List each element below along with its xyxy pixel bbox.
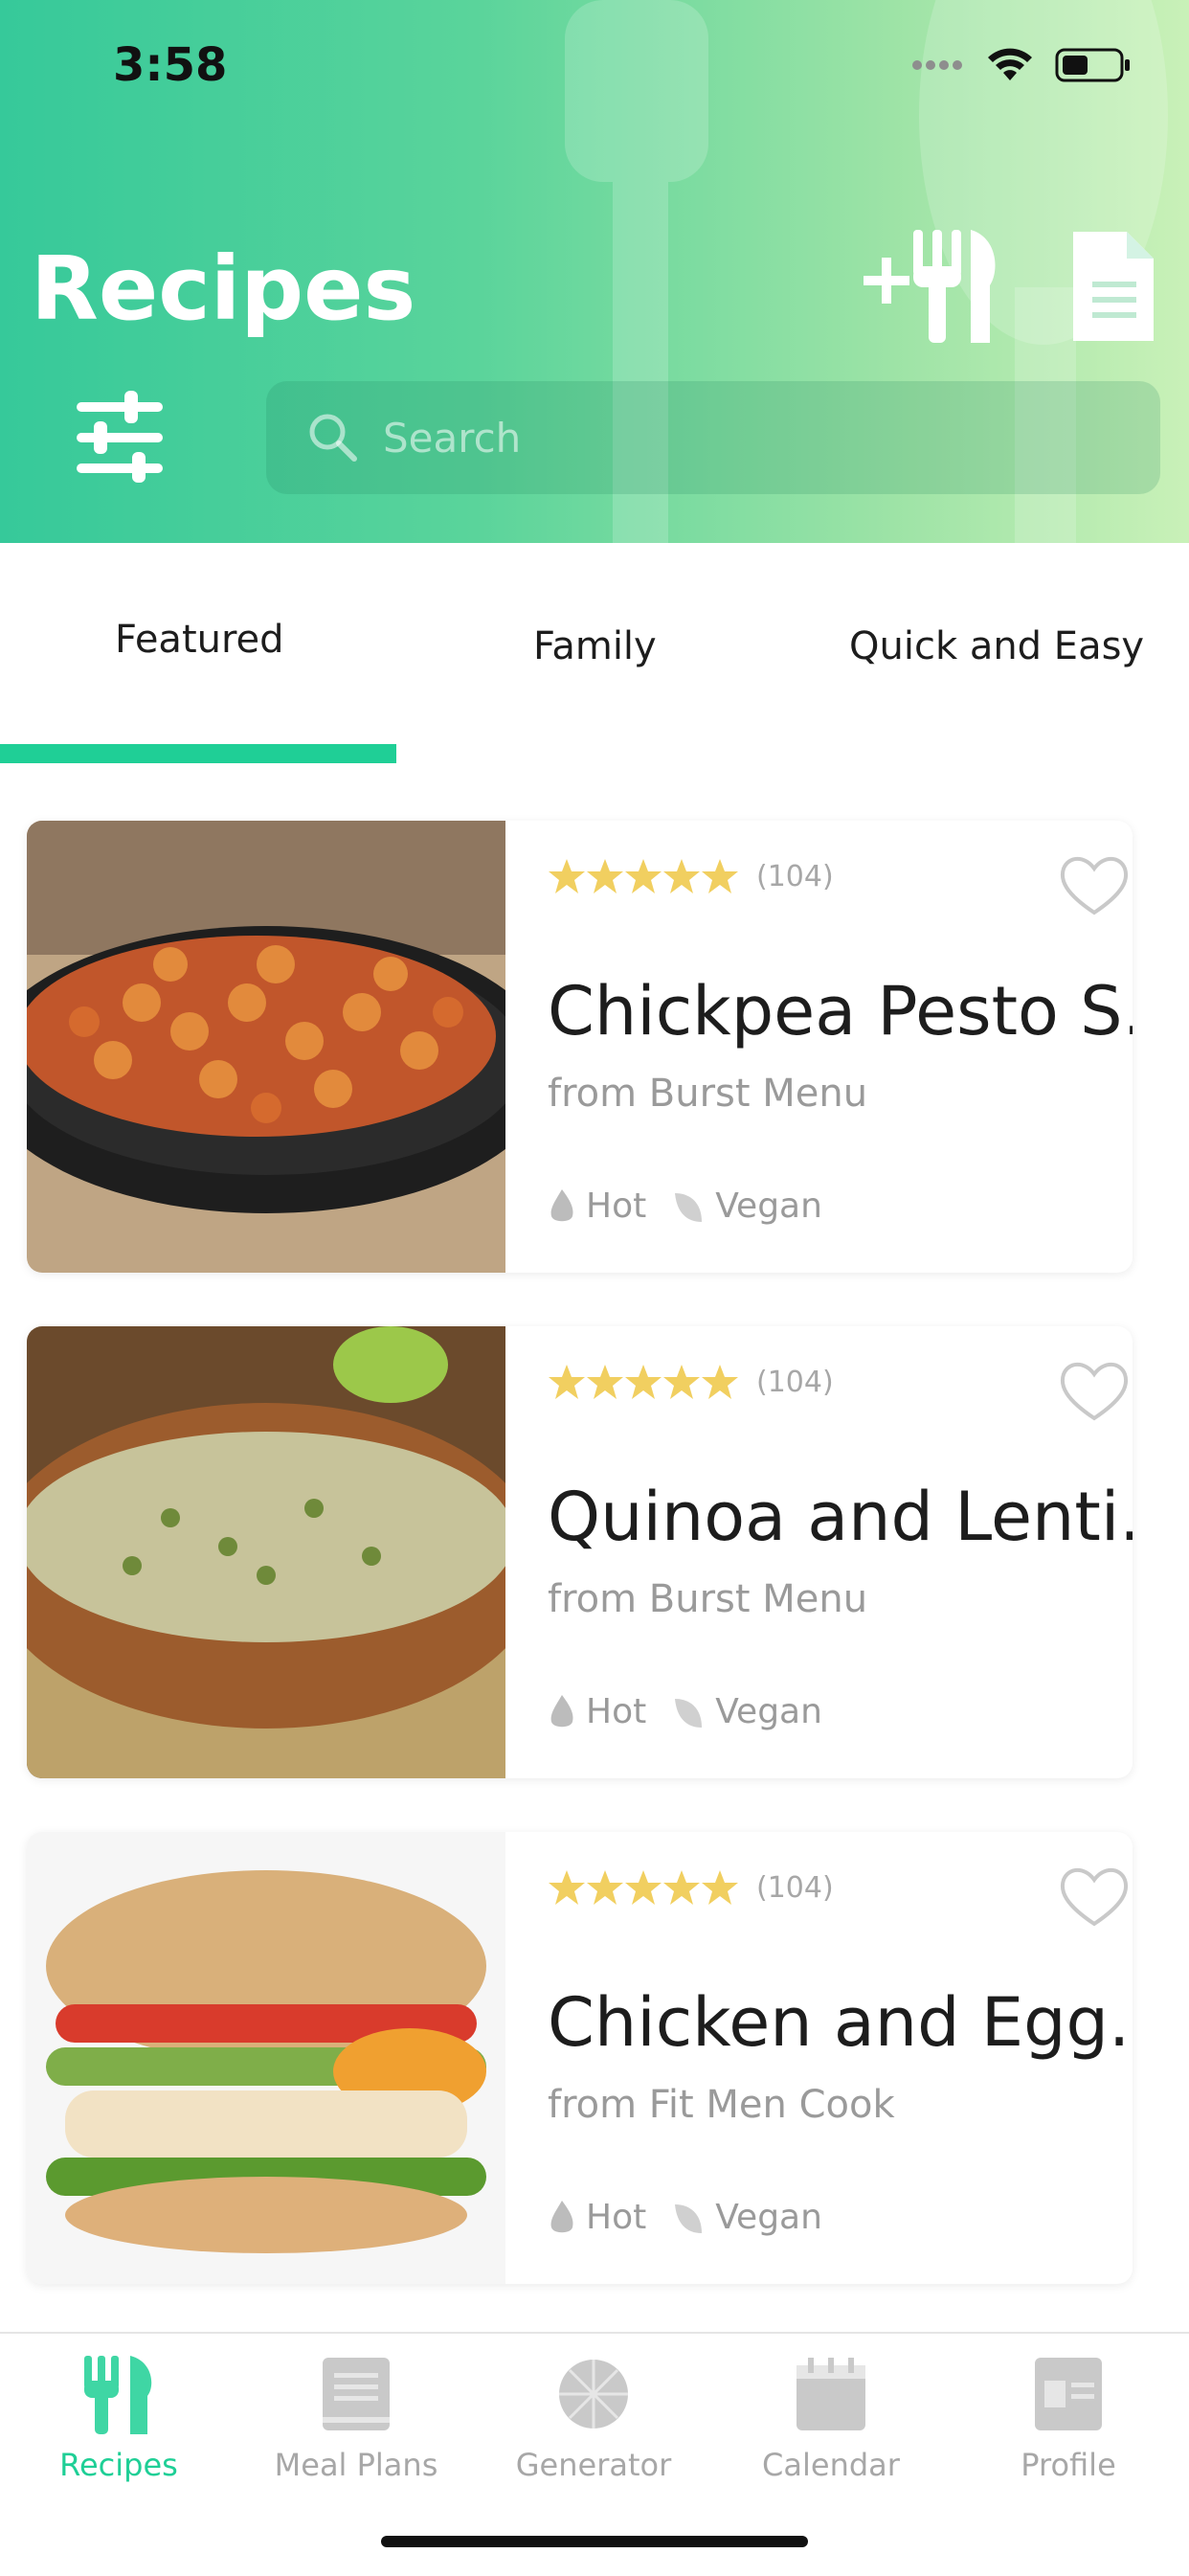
tab-quick-and-easy[interactable]: Quick and Easy xyxy=(849,624,1144,668)
nav-profile[interactable]: Profile xyxy=(950,2334,1187,2483)
signal-icon xyxy=(912,60,962,70)
nav-calendar[interactable]: Calendar xyxy=(712,2334,950,2483)
rating-count: (104) xyxy=(756,859,834,893)
tab-family[interactable]: Family xyxy=(533,624,657,668)
profile-card-icon xyxy=(1035,2358,1102,2430)
heart-icon[interactable] xyxy=(1056,1863,1133,1930)
stars-icon xyxy=(549,1870,738,1905)
nav-label: Recipes xyxy=(59,2447,178,2483)
tag-hot: Hot xyxy=(586,2198,647,2237)
flame-icon xyxy=(550,1694,573,1727)
recipe-photo-chickpea xyxy=(27,821,505,1273)
battery-icon xyxy=(1055,48,1130,82)
recipe-tags: Hot Vegan xyxy=(548,1692,822,1731)
recipe-card[interactable]: (104) Chickpea Pesto S... from Burst Men… xyxy=(27,821,1133,1273)
tag-vegan: Vegan xyxy=(715,1186,822,1226)
recipe-tags: Hot Vegan xyxy=(548,1186,822,1226)
tag-vegan: Vegan xyxy=(715,1692,822,1731)
flame-icon xyxy=(550,1188,573,1221)
wifi-icon xyxy=(988,48,1032,80)
active-tab-indicator xyxy=(0,744,396,763)
category-tabs: Featured Family Quick and Easy xyxy=(0,543,1189,763)
home-indicator xyxy=(381,2536,808,2547)
calendar-icon xyxy=(796,2358,865,2430)
star-rating: (104) xyxy=(548,1363,834,1401)
page-title: Recipes xyxy=(31,237,416,340)
leaf-icon xyxy=(675,1698,703,1728)
recipe-title: Chickpea Pesto S... xyxy=(548,972,1133,1051)
header: 3:58 Recipes Search xyxy=(0,0,1189,543)
star-rating: (104) xyxy=(548,857,834,895)
heart-icon[interactable] xyxy=(1056,851,1133,918)
nav-label: Profile xyxy=(1021,2447,1116,2483)
rating-count: (104) xyxy=(756,1870,834,1905)
add-utensils-icon[interactable] xyxy=(864,228,1002,343)
leaf-icon xyxy=(675,1192,703,1222)
recipe-source: from Fit Men Cook xyxy=(548,2083,895,2127)
recipe-photo-quinoa xyxy=(27,1326,505,1778)
nav-label: Generator xyxy=(515,2447,672,2483)
status-time: 3:58 xyxy=(113,38,228,92)
rating-count: (104) xyxy=(756,1365,834,1399)
tag-hot: Hot xyxy=(586,1186,647,1226)
stars-icon xyxy=(549,1365,738,1399)
recipe-tags: Hot Vegan xyxy=(548,2198,822,2237)
stars-icon xyxy=(549,859,738,893)
recipe-photo-chicken-egg xyxy=(27,1832,505,2284)
recipe-title: Chicken and Egg... xyxy=(548,1983,1133,2062)
flame-icon xyxy=(550,2200,573,2232)
recipe-source: from Burst Menu xyxy=(548,1577,868,1621)
wheel-icon xyxy=(559,2360,628,2429)
nav-recipes[interactable]: Recipes xyxy=(0,2334,237,2483)
status-icons xyxy=(911,46,1132,84)
recipe-card[interactable]: (104) Quinoa and Lenti... from Burst Men… xyxy=(27,1326,1133,1778)
filter-sliders-icon[interactable] xyxy=(77,391,163,483)
nav-meal-plans[interactable]: Meal Plans xyxy=(237,2334,475,2483)
recipe-card[interactable]: (104) Chicken and Egg... from Fit Men Co… xyxy=(27,1832,1133,2284)
recipe-source: from Burst Menu xyxy=(548,1072,868,1116)
search-input[interactable]: Search xyxy=(383,415,521,462)
book-icon xyxy=(323,2358,390,2430)
utensils-icon xyxy=(84,2356,152,2434)
nav-label: Meal Plans xyxy=(274,2447,438,2483)
search-icon xyxy=(309,414,357,462)
nav-label: Calendar xyxy=(762,2447,900,2483)
heart-icon[interactable] xyxy=(1056,1357,1133,1424)
star-rating: (104) xyxy=(548,1868,834,1907)
tag-vegan: Vegan xyxy=(715,2198,822,2237)
nav-generator[interactable]: Generator xyxy=(475,2334,712,2483)
tag-hot: Hot xyxy=(586,1692,647,1731)
document-icon[interactable] xyxy=(1069,228,1157,345)
recipe-title: Quinoa and Lenti... xyxy=(548,1478,1133,1556)
search-bar[interactable]: Search xyxy=(266,381,1160,494)
tab-featured[interactable]: Featured xyxy=(115,618,284,662)
leaf-icon xyxy=(675,2203,703,2233)
